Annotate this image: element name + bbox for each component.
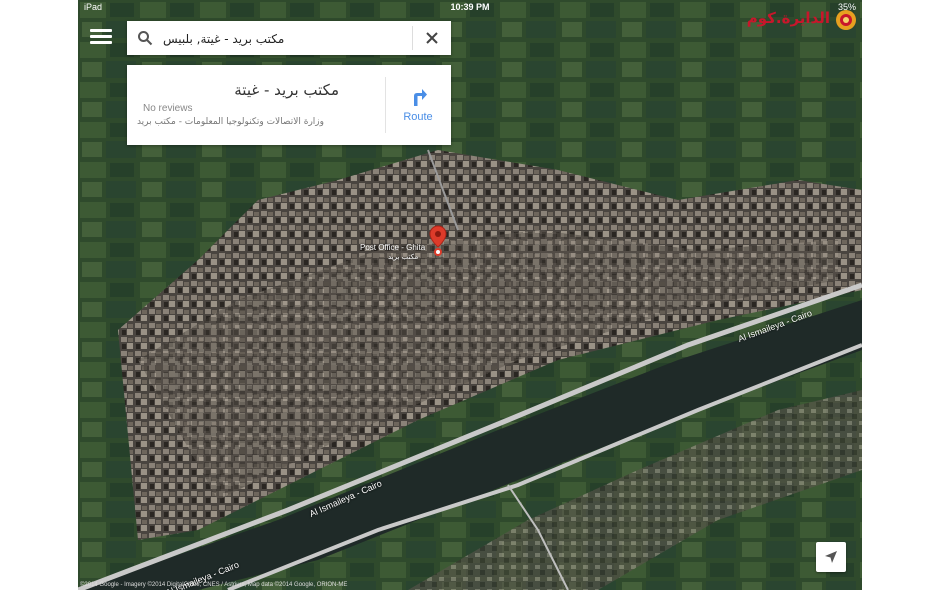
route-label: Route <box>403 111 433 123</box>
place-card[interactable]: مكتب بريد - غيتة No reviews وزارة الاتصا… <box>127 65 451 145</box>
map-pin-icon[interactable] <box>429 225 447 257</box>
my-location-button[interactable] <box>816 542 846 572</box>
clock: 10:39 PM <box>450 2 490 12</box>
pin-sublabel: مكتب بريد <box>388 253 419 261</box>
directions-icon <box>414 89 427 106</box>
pin-label: Post Office - Ghita <box>360 243 426 252</box>
location-arrow-icon <box>825 551 837 563</box>
menu-button[interactable] <box>90 26 112 48</box>
card-divider <box>385 77 386 133</box>
search-icon <box>138 31 153 46</box>
status-bar: iPad 10:39 PM 35% <box>78 0 862 14</box>
search-box <box>127 21 451 55</box>
place-reviews: No reviews <box>143 103 193 114</box>
route-button[interactable]: Route <box>389 79 447 131</box>
close-icon[interactable] <box>423 29 441 47</box>
map-screen: iPad 10:39 PM 35% مكتب بريد - غيتة No re… <box>78 0 862 590</box>
place-category: وزارة الاتصالات وتكنولوجيا المعلومات - م… <box>136 117 324 127</box>
search-divider <box>412 26 413 50</box>
map-attribution: ©2014 Google - Imagery ©2014 DigitalGlob… <box>80 582 348 588</box>
sun-logo-icon <box>836 10 856 30</box>
place-name: مكتب بريد - غيتة <box>234 81 339 99</box>
watermark-text: الدايرة.كوم <box>746 9 830 27</box>
search-input[interactable] <box>161 27 409 51</box>
menu-icon <box>90 29 112 32</box>
